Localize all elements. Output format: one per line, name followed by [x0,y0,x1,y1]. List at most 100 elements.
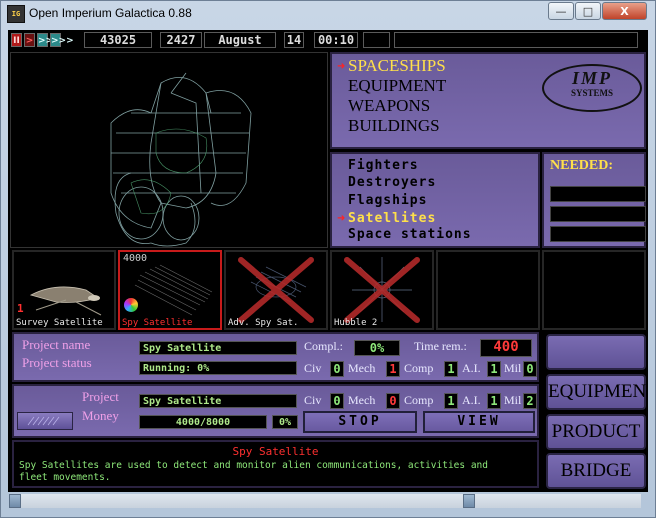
time-display: 00:10 [314,32,358,48]
ai-label: A.I. [462,393,481,407]
selected-arrow-icon: ➜ [337,61,346,72]
ai-value: 1 [487,393,501,409]
day-display: 14 [284,32,304,48]
stop-button[interactable]: STOP [303,411,417,433]
money-field: 4000/8000 [139,415,267,429]
pause-button[interactable]: II [11,33,22,47]
description-title: Spy Satellite [232,445,319,458]
mil-value: 0 [523,361,537,377]
bridge-button[interactable]: BRIDGE [546,453,646,489]
item-empty-slot [542,250,646,330]
item-survey-satellite[interactable]: 1 Survey Satellite [12,250,116,330]
title-bar: IG Open Imperium Galactica 0.88 — □ X [1,1,655,27]
unavailable-x-icon [238,257,314,323]
category-spaceships[interactable]: SPACESHIPS [348,56,446,76]
slider-handle[interactable] [17,412,73,430]
close-button[interactable]: X [602,2,647,20]
money-percent-field: 0% [272,415,298,429]
game-window: IG Open Imperium Galactica 0.88 — □ X II… [0,0,656,518]
unavailable-x-icon [344,257,420,323]
maximize-button[interactable]: □ [575,2,601,20]
subcategory-panel: Fighters Destroyers Flagships ➜ Satellit… [330,152,540,248]
spy-satellite-image [134,264,213,316]
mech-label: Mech [348,393,376,407]
speed-3-button[interactable]: >>> [50,33,74,47]
comp-label: Comp [404,393,434,407]
time-remaining-label: Time rem.: [414,339,467,353]
selected-arrow-icon: ➜ [337,213,346,224]
ai-label: A.I. [462,361,481,375]
selection-panel: Project Spy Satellite Money 4000/8000 0%… [12,384,539,438]
view-button[interactable]: VIEW [423,411,535,433]
comp-value: 1 [444,393,458,409]
needed-panel: NEEDED: [542,152,646,248]
project-status-field: Running: 0% [139,361,297,375]
speed-2-button[interactable]: >> [37,33,53,47]
mech-label: Mech [348,361,376,375]
civ-value: 0 [330,361,344,377]
mil-label: Mil [504,361,522,375]
project-name-label: Project name [22,337,91,352]
needed-slot [550,186,646,202]
app-icon: IG [7,5,25,23]
status-empty-slot [363,32,390,48]
ai-value: 1 [487,361,501,377]
project-status-label: Project status [22,355,92,370]
item-name: Survey Satellite [16,318,103,328]
item-name: Spy Satellite [122,318,193,328]
item-empty-slot [436,250,540,330]
description-text: Spy Satellites are used to detect and mo… [19,460,488,483]
horizontal-scrollbar[interactable] [9,494,641,508]
survey-satellite-image [29,286,102,316]
equipment-button[interactable]: EQUIPMENT [546,374,648,410]
ship-preview [10,52,328,248]
blank-side-button[interactable] [546,334,646,370]
product-button[interactable]: PRODUCT [546,414,646,450]
subcategory-fighters[interactable]: Fighters [348,158,419,173]
project-panel: Project name Spy Satellite Project statu… [12,332,539,382]
speed-1-button[interactable]: > [24,33,35,47]
item-spy-satellite[interactable]: 4000 Spy Satellite [118,250,222,330]
item-name: Hubble 2 [334,318,378,328]
mech-value: 1 [386,361,400,377]
logo-line-2: SYSTEMS [570,88,614,98]
game-area: II > >> >>> 43025 2427 August 14 00:10 ➜… [8,30,648,492]
civ-label: Civ [304,361,322,375]
time-remaining-value: 400 [480,339,532,357]
mil-value: 2 [523,393,537,409]
project-label: Project [82,389,119,404]
comp-value: 1 [444,361,458,377]
needed-slot [550,226,646,242]
completion-value: 0% [354,340,400,356]
subcategory-flagships[interactable]: Flagships [348,193,427,208]
money-label: Money [82,408,119,423]
mech-value: 0 [386,393,400,409]
subcategory-destroyers[interactable]: Destroyers [348,175,436,190]
imp-systems-logo: IMP SYSTEMS [542,64,642,112]
project-name-field: Spy Satellite [139,341,297,355]
scroll-left-button[interactable] [9,494,21,508]
subcategory-space-stations[interactable]: Space stations [348,227,472,242]
civ-value: 0 [330,393,344,409]
category-buildings[interactable]: BUILDINGS [348,116,440,136]
logo-line-1: IMP [571,68,612,88]
needed-title: NEEDED: [550,158,614,173]
scroll-thumb[interactable] [463,494,475,508]
status-bar: II > >> >>> 43025 2427 August 14 00:10 [8,30,648,50]
mil-label: Mil [504,393,522,407]
item-hubble-2[interactable]: Hubble 2 [330,250,434,330]
description-box: Spy Satellite Spy Satellites are used to… [12,440,539,488]
money-display: 43025 [84,32,152,48]
item-count: 1 [17,302,24,315]
subcategory-satellites[interactable]: Satellites [348,211,436,226]
civ-label: Civ [304,393,322,407]
category-equipment[interactable]: EQUIPMENT [348,76,446,96]
disk-icon [124,298,138,312]
minimize-button[interactable]: — [548,2,574,20]
category-weapons[interactable]: WEAPONS [348,96,430,116]
completion-label: Compl.: [304,339,344,353]
item-name: Adv. Spy Sat. [228,318,299,328]
satellite-wireframe-image [110,72,252,247]
item-adv-spy-sat[interactable]: Adv. Spy Sat. [224,250,328,330]
window-title: Open Imperium Galactica 0.88 [29,6,192,20]
